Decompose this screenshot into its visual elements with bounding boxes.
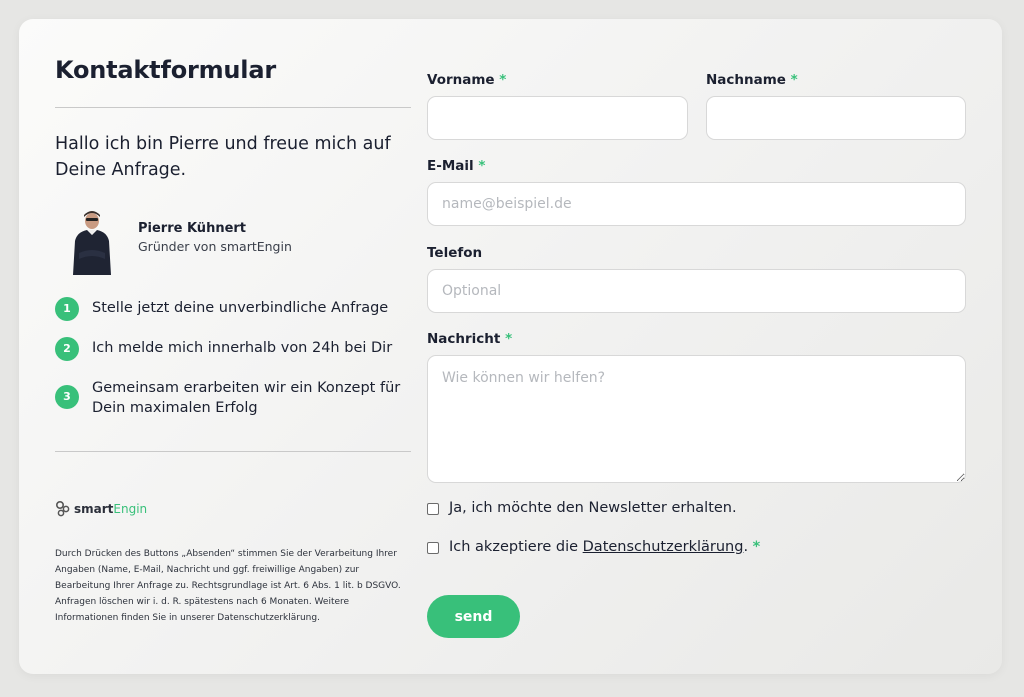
step-text: Ich melde mich innerhalb von 24h bei Dir: [92, 340, 393, 356]
contact-form: Vorname * Nachname * E-Mail * Telefon Na…: [427, 19, 967, 674]
phone-input[interactable]: [427, 269, 966, 313]
logo-wordmark: smartEngin: [74, 502, 148, 516]
privacy-row[interactable]: Ich akzeptiere die Datenschutzerklärung.…: [427, 539, 967, 559]
divider: [55, 107, 411, 108]
step-number: 2: [55, 337, 79, 361]
divider: [55, 451, 411, 452]
privacy-disclaimer: Durch Drücken des Buttons „Absenden“ sti…: [55, 549, 401, 623]
newsletter-label: Ja, ich möchte den Newsletter erhalten.: [449, 500, 737, 516]
send-button[interactable]: send: [427, 595, 520, 638]
intro-text: Hallo ich bin Pierre und freue mich auf …: [55, 134, 391, 180]
step-text: Stelle jetzt deine unverbindliche Anfrag…: [92, 300, 389, 316]
gears-icon: [55, 500, 70, 517]
lastname-input[interactable]: [706, 96, 966, 140]
email-label: E-Mail *: [427, 158, 486, 174]
firstname-input[interactable]: [427, 96, 688, 140]
privacy-checkbox[interactable]: [427, 542, 439, 554]
step-number: 1: [55, 297, 79, 321]
firstname-label: Vorname *: [427, 72, 507, 88]
newsletter-checkbox[interactable]: [427, 503, 439, 515]
email-input[interactable]: [427, 182, 966, 226]
step-number: 3: [55, 385, 79, 409]
person-role: Gründer von smartEngin: [138, 239, 292, 254]
phone-label: Telefon: [427, 245, 483, 261]
lastname-label: Nachname *: [706, 72, 798, 88]
contact-card: Kontaktformular Hallo ich bin Pierre und…: [19, 19, 1002, 674]
privacy-link[interactable]: Datenschutzerklärung: [583, 539, 744, 555]
person-card: Pierre Kühnert Gründer von smartEngin: [69, 207, 409, 277]
step-text: Gemeinsam erarbeiten wir ein Konzept für…: [92, 380, 401, 416]
message-label: Nachricht *: [427, 331, 513, 347]
info-column: Kontaktformular Hallo ich bin Pierre und…: [55, 19, 411, 674]
message-textarea[interactable]: [427, 355, 966, 483]
avatar: [73, 211, 111, 275]
page-title: Kontaktformular: [55, 56, 276, 84]
newsletter-row[interactable]: Ja, ich möchte den Newsletter erhalten.: [427, 500, 967, 520]
privacy-label: Ich akzeptiere die Datenschutzerklärung.…: [449, 539, 761, 555]
person-name: Pierre Kühnert: [138, 221, 247, 236]
brand-logo: smartEngin: [55, 500, 175, 520]
